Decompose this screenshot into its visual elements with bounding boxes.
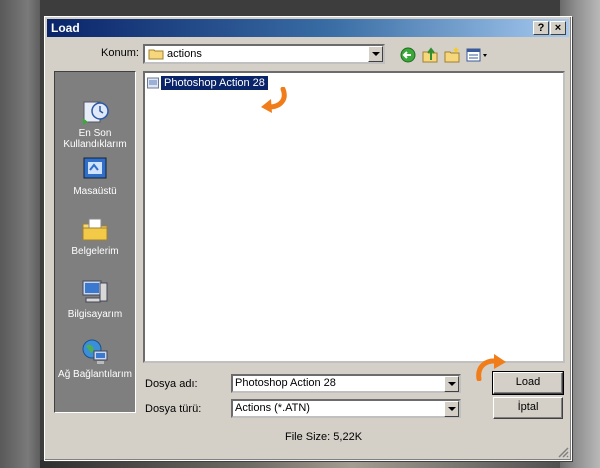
place-my-documents[interactable]: Belgelerim (55, 214, 135, 257)
load-dialog: Load ? × Konum: actions En Son Kullandık… (44, 16, 572, 461)
folder-icon (148, 49, 164, 60)
background-left-panel (0, 0, 40, 468)
resize-grip-icon[interactable] (557, 446, 569, 458)
place-label: Ağ Bağlantılarım (58, 369, 132, 380)
chevron-down-icon[interactable] (444, 401, 459, 417)
file-name-input[interactable]: Photoshop Action 28 (231, 374, 461, 393)
up-folder-icon[interactable] (421, 46, 439, 64)
dialog-title: Load (51, 21, 80, 35)
annotation-arrow-icon (261, 87, 287, 113)
place-desktop[interactable]: Masaüstü (55, 154, 135, 197)
action-file-icon (147, 77, 159, 89)
file-type-label: Dosya türü: (145, 403, 202, 415)
back-icon[interactable] (399, 46, 417, 64)
file-list[interactable]: Photoshop Action 28 (143, 71, 565, 363)
look-in-value: actions (167, 48, 202, 60)
file-type-select[interactable]: Actions (*.ATN) (231, 399, 461, 418)
places-bar: En Son Kullandıklarım Masaüstü Belgeleri… (54, 71, 136, 413)
place-label: Masaüstü (73, 186, 117, 197)
my-computer-icon (82, 280, 108, 303)
chevron-down-icon[interactable] (368, 46, 383, 62)
background-bottom-strip (40, 460, 560, 468)
place-label: En Son Kullandıklarım (63, 128, 127, 150)
network-places-icon (82, 339, 108, 364)
close-button[interactable]: × (550, 21, 566, 35)
recent-documents-icon (83, 101, 109, 125)
file-size-text: File Size: 5,22K (285, 431, 363, 443)
place-label: Bilgisayarım (67, 309, 123, 320)
look-in-dropdown[interactable]: actions (143, 44, 385, 64)
help-button[interactable]: ? (533, 21, 549, 35)
file-name-label: Dosya adı: (145, 378, 198, 390)
chevron-down-icon[interactable] (444, 376, 459, 392)
new-folder-icon[interactable] (443, 46, 461, 64)
file-name-value: Photoshop Action 28 (235, 377, 336, 389)
my-documents-icon (82, 218, 108, 241)
view-menu-icon[interactable] (465, 46, 489, 64)
look-in-label: Konum: (101, 47, 139, 59)
file-type-value: Actions (*.ATN) (235, 402, 310, 414)
file-name: Photoshop Action 28 (160, 75, 269, 91)
place-recent[interactable]: En Son Kullandıklarım (55, 96, 135, 150)
place-my-computer[interactable]: Bilgisayarım (55, 277, 135, 320)
desktop-icon (83, 157, 107, 179)
place-network[interactable]: Ağ Bağlantılarım (55, 337, 135, 380)
title-bar[interactable]: Load ? × (47, 19, 569, 37)
cancel-button[interactable]: İptal (493, 397, 563, 419)
place-label: Belgelerim (71, 246, 119, 257)
annotation-arrow-icon (476, 354, 506, 381)
